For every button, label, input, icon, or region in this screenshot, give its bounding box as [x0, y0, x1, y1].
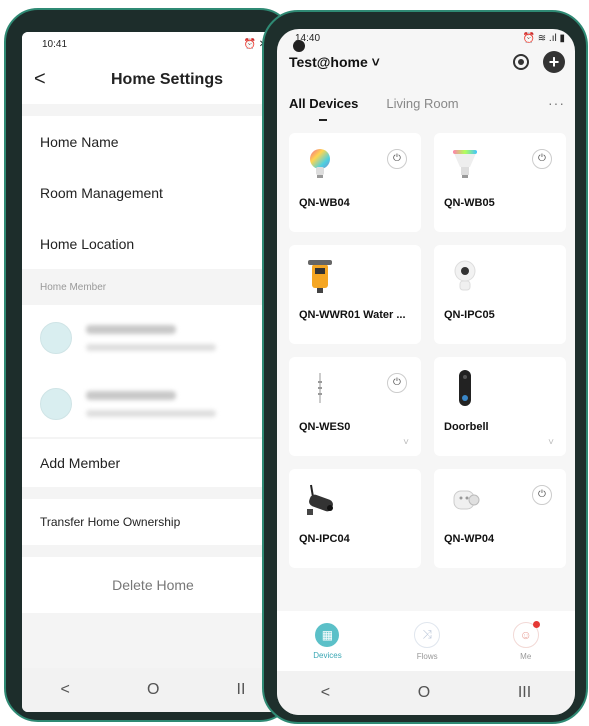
chevron-down-icon[interactable]: ˅	[403, 437, 409, 448]
home-location-label: Home Location	[40, 235, 135, 252]
device-card[interactable]: QN-IPC04	[289, 469, 421, 568]
more-tabs-button[interactable]: ···	[548, 95, 565, 111]
devices-screen: 14:40 ⏰ ≋ .ıl ▮ Test@home ˅ + All Device…	[277, 29, 575, 715]
nav-back-button[interactable]: <	[61, 681, 70, 699]
device-name: QN-WB04	[299, 197, 350, 209]
device-card[interactable]: ⏻ QN-WP04	[434, 469, 566, 568]
avatar	[40, 322, 72, 354]
system-nav-bar: < O II	[22, 668, 284, 712]
room-management-row[interactable]: Room Management 2 R	[22, 167, 284, 218]
tab-all-devices[interactable]: All Devices	[289, 96, 358, 121]
home-selector[interactable]: Test@home ˅	[289, 54, 380, 70]
water-timer-icon	[303, 259, 337, 293]
nav-flows[interactable]: ⤨ Flows	[414, 621, 441, 661]
power-button[interactable]: ⏻	[387, 373, 407, 393]
system-nav-bar: < O III	[277, 671, 575, 715]
outdoor-camera-icon	[303, 483, 337, 517]
bottom-nav: ▦ Devices ⤨ Flows ☺ Me	[277, 611, 575, 671]
indoor-camera-icon	[448, 259, 482, 293]
status-bar: 14:40 ⏰ ≋ .ıl ▮	[277, 29, 575, 47]
phone-home-settings: 10:41 ⏰ ✕ ◔ < Home Settings Home Name Ro…	[4, 8, 294, 722]
nav-devices-label: Devices	[313, 650, 342, 660]
room-management-label: Room Management	[40, 184, 163, 201]
page-title: Home Settings	[110, 71, 223, 88]
chevron-down-icon[interactable]: ˅	[548, 437, 554, 448]
device-card[interactable]: QN-WWR01 Water ...	[289, 245, 421, 344]
power-button[interactable]: ⏻	[387, 149, 407, 169]
add-member-button[interactable]: Add Member	[22, 439, 284, 487]
camera-icon[interactable]	[513, 54, 529, 70]
home-location-row[interactable]: Home Location	[22, 218, 284, 269]
nav-home-button[interactable]: O	[147, 681, 159, 699]
camera-hole-icon	[293, 40, 305, 52]
flows-icon: ⤨	[414, 621, 441, 648]
device-name: Doorbell	[444, 421, 489, 433]
spot-bulb-icon	[448, 147, 482, 181]
member-row[interactable]	[22, 305, 284, 371]
device-name: QN-WES0	[299, 421, 351, 433]
device-card[interactable]: ⏻ QN-WB05	[434, 133, 566, 232]
notification-dot	[532, 620, 540, 628]
me-icon: ☺	[512, 620, 540, 648]
nav-devices[interactable]: ▦ Devices	[313, 622, 342, 660]
power-button[interactable]: ⏻	[532, 149, 552, 169]
bulb-icon	[303, 147, 337, 181]
device-card[interactable]: ⏻ QN-WB04	[289, 133, 421, 232]
device-card[interactable]: Doorbell ˅	[434, 357, 566, 456]
nav-flows-label: Flows	[416, 651, 438, 661]
top-bar: Test@home ˅ +	[277, 47, 575, 77]
blurred-member-info	[86, 391, 216, 417]
home-name-label: Home Name	[40, 133, 119, 150]
home-member-section: Home Member	[22, 269, 284, 305]
device-card[interactable]: ⏻ QN-WES0 ˅	[289, 357, 421, 456]
smart-plug-icon	[448, 483, 482, 517]
status-icons: ⏰ ≋ .ıl ▮	[522, 32, 565, 44]
blurred-member-info	[86, 325, 216, 351]
device-grid: ⏻ QN-WB04 ⏻ QN-WB05 QN-WWR01 Water ... Q…	[277, 129, 575, 568]
tab-living-room[interactable]: Living Room	[386, 96, 458, 111]
delete-home-button[interactable]: Delete Home	[22, 557, 284, 613]
doorbell-icon	[448, 370, 482, 406]
member-row[interactable]	[22, 371, 284, 437]
nav-me-label: Me	[520, 651, 532, 661]
home-name-row[interactable]: Home Name	[22, 116, 284, 167]
nav-me[interactable]: ☺ Me	[512, 620, 540, 661]
home-settings-screen: 10:41 ⏰ ✕ ◔ < Home Settings Home Name Ro…	[22, 32, 284, 712]
avatar	[40, 388, 72, 420]
back-button[interactable]: <	[34, 68, 46, 91]
nav-recent-button[interactable]: II	[237, 681, 246, 699]
settings-header: < Home Settings	[22, 56, 284, 104]
device-name: QN-WP04	[444, 533, 495, 545]
device-card[interactable]: QN-IPC05	[434, 245, 566, 344]
device-name: QN-IPC04	[299, 533, 350, 545]
devices-icon: ▦	[315, 622, 340, 647]
nav-recent-button[interactable]: III	[518, 684, 531, 702]
light-strip-icon	[303, 371, 337, 405]
room-tabs: All Devices Living Room ···	[277, 77, 575, 129]
device-name: QN-WB05	[444, 197, 495, 209]
device-name: QN-IPC05	[444, 309, 495, 321]
transfer-ownership-button[interactable]: Transfer Home Ownership	[22, 499, 284, 545]
add-device-button[interactable]: +	[543, 51, 565, 73]
status-bar: 10:41 ⏰ ✕ ◔	[22, 32, 284, 56]
device-name: QN-WWR01 Water ...	[299, 309, 406, 321]
nav-back-button[interactable]: <	[321, 684, 330, 702]
nav-home-button[interactable]: O	[418, 684, 430, 702]
power-button[interactable]: ⏻	[532, 485, 552, 505]
status-time: 10:41	[42, 38, 68, 50]
phone-devices: 14:40 ⏰ ≋ .ıl ▮ Test@home ˅ + All Device…	[262, 10, 588, 724]
